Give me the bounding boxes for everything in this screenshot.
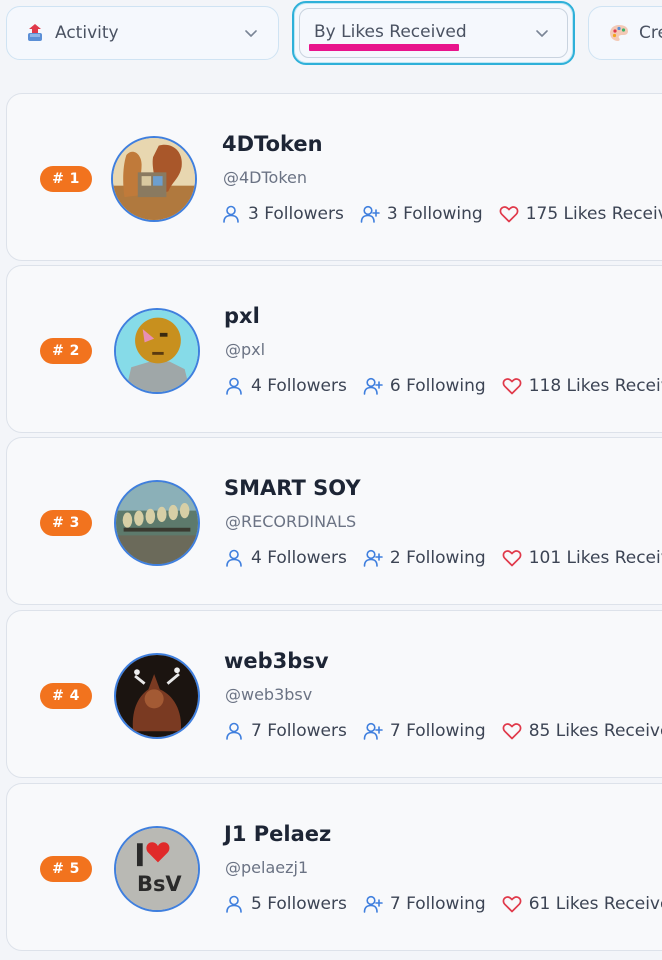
user-stats: 4 Followers 6 Following 118 Likes Receiv… — [224, 376, 662, 396]
leaderboard-card[interactable]: # 3 SMART SOY @RECORDINALS 4 Followers 2… — [6, 437, 662, 605]
highlight-underline — [309, 44, 459, 51]
user-stats: 3 Followers 3 Following 175 Likes Receiv… — [221, 204, 662, 224]
leaderboard-card[interactable]: # 4 web3bsv @web3bsv 7 Followers 7 Follo… — [6, 610, 662, 778]
user-stats: 4 Followers 2 Following 101 Likes Receiv… — [224, 548, 662, 568]
followers-count: 5 Followers — [251, 894, 347, 914]
rank-badge: # 3 — [40, 510, 92, 536]
avatar[interactable] — [114, 653, 200, 739]
followers-stat: 4 Followers — [224, 548, 347, 568]
likes-count: 61 Likes Received — [528, 894, 662, 914]
heart-icon — [502, 896, 522, 913]
user-handle: @4DToken — [223, 168, 308, 187]
followers-count: 4 Followers — [251, 548, 347, 568]
activity-icon — [25, 23, 45, 43]
following-stat: 7 Following — [363, 721, 486, 741]
user-icon — [223, 205, 239, 223]
heart-icon — [502, 550, 522, 567]
sort-dropdown[interactable]: By Likes Received — [292, 1, 575, 65]
heart-icon — [502, 723, 522, 740]
following-count: 6 Following — [389, 376, 486, 396]
avatar-image: BsV — [116, 828, 198, 910]
rank-badge: # 5 — [40, 856, 92, 882]
username[interactable]: 4DToken — [222, 132, 323, 156]
following-count: 7 Following — [389, 894, 486, 914]
leaderboard-card[interactable]: # 2 pxl @pxl 4 Followers 6 Following 118… — [6, 265, 662, 433]
avatar[interactable] — [111, 136, 197, 222]
following-stat: 2 Following — [363, 548, 486, 568]
following-count: 3 Following — [386, 204, 483, 224]
user-plus-icon — [363, 549, 383, 567]
avatar[interactable]: BsV — [114, 826, 200, 912]
user-icon — [226, 895, 242, 913]
likes-stat: 175 Likes Received — [499, 204, 662, 224]
followers-stat: 3 Followers — [221, 204, 344, 224]
followers-stat: 7 Followers — [224, 721, 347, 741]
user-plus-icon — [360, 205, 380, 223]
chevron-down-icon — [536, 30, 548, 37]
svg-text:BsV: BsV — [137, 872, 182, 896]
user-icon — [226, 377, 242, 395]
username[interactable]: web3bsv — [224, 649, 329, 673]
palette-icon — [609, 23, 629, 43]
user-handle: @web3bsv — [225, 685, 313, 704]
followers-stat: 4 Followers — [224, 376, 347, 396]
avatar[interactable] — [114, 308, 200, 394]
followers-count: 4 Followers — [251, 376, 347, 396]
heart-icon — [502, 378, 522, 395]
likes-count: 118 Likes Received — [528, 376, 662, 396]
user-icon — [226, 549, 242, 567]
followers-count: 3 Followers — [248, 204, 344, 224]
likes-stat: 85 Likes Received — [502, 721, 662, 741]
avatar-image — [116, 482, 198, 564]
likes-stat: 101 Likes Received — [502, 548, 662, 568]
user-stats: 5 Followers 7 Following 61 Likes Receive… — [224, 894, 662, 914]
likes-count: 101 Likes Received — [528, 548, 662, 568]
filter-bar: Activity By Likes Received Cre — [0, 0, 662, 66]
likes-stat: 61 Likes Received — [502, 894, 662, 914]
user-stats: 7 Followers 7 Following 85 Likes Receive… — [224, 721, 662, 741]
following-stat: 6 Following — [363, 376, 486, 396]
activity-dropdown-label: Activity — [55, 23, 119, 43]
user-plus-icon — [363, 722, 383, 740]
followers-count: 7 Followers — [251, 721, 347, 741]
user-plus-icon — [363, 895, 383, 913]
chevron-down-icon — [245, 30, 257, 37]
avatar-image — [116, 655, 198, 737]
leaderboard-card[interactable]: # 1 4DToken @4DToken 3 Followers 3 Follo… — [6, 93, 662, 261]
create-dropdown[interactable]: Cre — [588, 6, 662, 60]
sort-dropdown-label: By Likes Received — [314, 22, 467, 42]
avatar-image — [116, 310, 198, 392]
rank-badge: # 2 — [40, 338, 92, 364]
avatar[interactable] — [114, 480, 200, 566]
following-stat: 3 Following — [360, 204, 483, 224]
user-icon — [226, 722, 242, 740]
user-plus-icon — [363, 377, 383, 395]
activity-dropdown[interactable]: Activity — [6, 6, 279, 60]
username[interactable]: pxl — [224, 304, 260, 328]
following-count: 2 Following — [389, 548, 486, 568]
rank-badge: # 4 — [40, 683, 92, 709]
followers-stat: 5 Followers — [224, 894, 347, 914]
avatar-image — [113, 138, 195, 220]
user-handle: @pxl — [225, 340, 266, 359]
create-dropdown-label: Cre — [639, 23, 662, 43]
leaderboard-card[interactable]: # 5 BsV J1 Pelaez @pelaezj1 5 Followers … — [6, 783, 662, 951]
username[interactable]: J1 Pelaez — [224, 822, 331, 846]
following-stat: 7 Following — [363, 894, 486, 914]
following-count: 7 Following — [389, 721, 486, 741]
likes-count: 85 Likes Received — [528, 721, 662, 741]
heart-icon — [499, 206, 519, 223]
likes-count: 175 Likes Received — [525, 204, 662, 224]
user-handle: @RECORDINALS — [225, 512, 357, 531]
username[interactable]: SMART SOY — [224, 476, 361, 500]
user-handle: @pelaezj1 — [225, 858, 309, 877]
likes-stat: 118 Likes Received — [502, 376, 662, 396]
rank-badge: # 1 — [40, 166, 92, 192]
leaderboard-page: Activity By Likes Received Cre # 1 — [0, 0, 662, 960]
